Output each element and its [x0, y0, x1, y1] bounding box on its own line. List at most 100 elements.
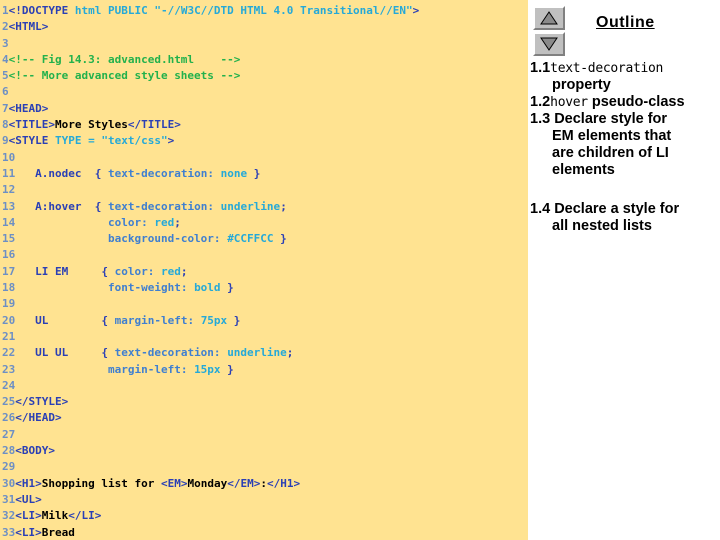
line-number: 22	[2, 346, 16, 360]
code-line: 28<BODY>	[2, 443, 528, 459]
outline-item-continuation: EM elements that	[552, 128, 672, 144]
scroll-up-button[interactable]	[533, 6, 565, 30]
code-token: underline	[220, 199, 281, 213]
code-line: 14 color: red;	[2, 215, 528, 231]
code-token: "-//W3C//DTD HTML 4.0 Transitional//EN"	[154, 4, 413, 17]
code-token: }	[220, 362, 234, 376]
outline-item-label: text-decoration	[550, 61, 664, 76]
code-line: 33<LI>Bread	[2, 525, 528, 540]
outline-item[interactable]: 1.2hover pseudo-class	[528, 94, 720, 111]
line-number: 31	[2, 492, 16, 506]
code-token: background-color:	[107, 232, 228, 246]
code-line: 2<HTML>	[2, 19, 528, 35]
line-number: 11	[2, 166, 16, 180]
code-line: 3	[2, 36, 528, 52]
code-line: 11 A.nodec { text-decoration: none }	[2, 166, 528, 182]
line-number: 20	[2, 313, 16, 327]
line-number: 8	[2, 118, 9, 132]
code-line: 10	[2, 150, 528, 166]
code-token: bold	[194, 281, 221, 295]
code-token: </LI>	[68, 509, 102, 523]
code-token: Shopping list for	[41, 476, 161, 490]
code-token: underline	[227, 346, 287, 360]
code-token: <!-- Fig 14.3: advanced.html -->	[8, 52, 241, 66]
code-line: 20 UL { margin-left: 75px }	[2, 313, 528, 329]
code-line: 17 LI EM { color: red;	[2, 264, 528, 280]
code-token: #CCFFCC	[227, 232, 274, 246]
code-line: 15 background-color: #CCFFCC }	[2, 231, 528, 247]
code-token: <!-- More advanced style sheets -->	[8, 69, 241, 83]
line-number: 15	[2, 232, 16, 246]
code-line: 21	[2, 329, 528, 345]
code-token: <UL>	[15, 492, 42, 506]
code-token: {	[101, 313, 115, 327]
outline-spacer	[528, 179, 720, 201]
line-number: 23	[2, 362, 16, 376]
outline-item[interactable]: 1.1text-decoration property	[528, 60, 720, 94]
code-token: TYPE =	[48, 134, 102, 148]
line-number: 4	[2, 52, 9, 66]
outline-item[interactable]: 1.4 Declare a style for all nested lists	[528, 201, 720, 235]
code-token: {	[94, 199, 108, 213]
line-number: 9	[2, 134, 9, 148]
code-token: :	[260, 476, 267, 490]
outline-item-number: 1.2	[530, 94, 551, 110]
scroll-down-button[interactable]	[533, 32, 565, 56]
code-line: 24	[2, 378, 528, 394]
outline-item-number: 1.3	[530, 111, 551, 127]
code-token: {	[94, 166, 108, 180]
code-token: ;	[280, 199, 287, 213]
outline-item-continuation: property	[552, 77, 611, 93]
line-number: 21	[2, 329, 16, 343]
code-token: </EM>	[227, 476, 261, 490]
line-number: 13	[2, 199, 16, 213]
code-line: 31<UL>	[2, 492, 528, 508]
code-token: <LI>	[15, 525, 42, 539]
outline-panel: Outline 1.1text-decoration property 1.2hov…	[528, 0, 720, 540]
code-line: 9<STYLE TYPE = "text/css">	[2, 133, 528, 149]
code-line: 30<H1>Shopping list for <EM>Monday</EM>:…	[2, 476, 528, 492]
code-line: 18 font-weight: bold }	[2, 280, 528, 296]
code-token: 75px	[200, 313, 228, 327]
code-token: <EM>	[160, 476, 188, 490]
line-number: 19	[2, 297, 16, 311]
code-token: text-decoration:	[114, 346, 228, 360]
code-line: 13 A:hover { text-decoration: underline;	[2, 199, 528, 215]
code-line: 1<!DOCTYPE html PUBLIC "-//W3C//DTD HTML…	[2, 3, 528, 19]
code-token: <HEAD>	[8, 101, 49, 115]
line-number: 28	[2, 444, 16, 458]
line-number: 2	[2, 20, 9, 34]
code-token: </HEAD>	[15, 411, 62, 425]
line-number: 32	[2, 509, 16, 523]
code-token: UL UL	[15, 346, 102, 360]
code-token: }	[220, 281, 234, 295]
code-line: 19	[2, 296, 528, 312]
code-token: <TITLE>	[8, 118, 55, 132]
outline-item-label: hover	[550, 95, 588, 110]
code-line: 29	[2, 459, 528, 475]
line-number: 6	[2, 85, 9, 99]
line-number: 3	[2, 36, 9, 50]
code-token: }	[273, 232, 287, 246]
line-number: 18	[2, 281, 16, 295]
line-number: 26	[2, 411, 16, 425]
line-number: 1	[2, 4, 9, 17]
outline-item[interactable]: 1.3 Declare style for EM elements that are…	[528, 111, 720, 179]
line-number: 29	[2, 460, 16, 474]
code-token: </TITLE>	[127, 118, 181, 132]
code-token: </STYLE>	[15, 395, 69, 409]
code-line: 6	[2, 84, 528, 100]
code-token: ;	[180, 264, 188, 278]
code-token: A:hover	[15, 199, 95, 213]
code-listing-panel: 1<!DOCTYPE html PUBLIC "-//W3C//DTD HTML…	[0, 0, 528, 540]
code-token: text-decoration:	[107, 199, 221, 213]
line-number: 5	[2, 69, 9, 83]
code-line: 16	[2, 247, 528, 263]
code-line: 7<HEAD>	[2, 101, 528, 117]
code-token: color:	[114, 264, 161, 278]
code-token: <STYLE	[8, 134, 49, 148]
outline-item-label: pseudo-class	[587, 94, 685, 110]
outline-item-label: Declare a style for	[550, 201, 680, 217]
